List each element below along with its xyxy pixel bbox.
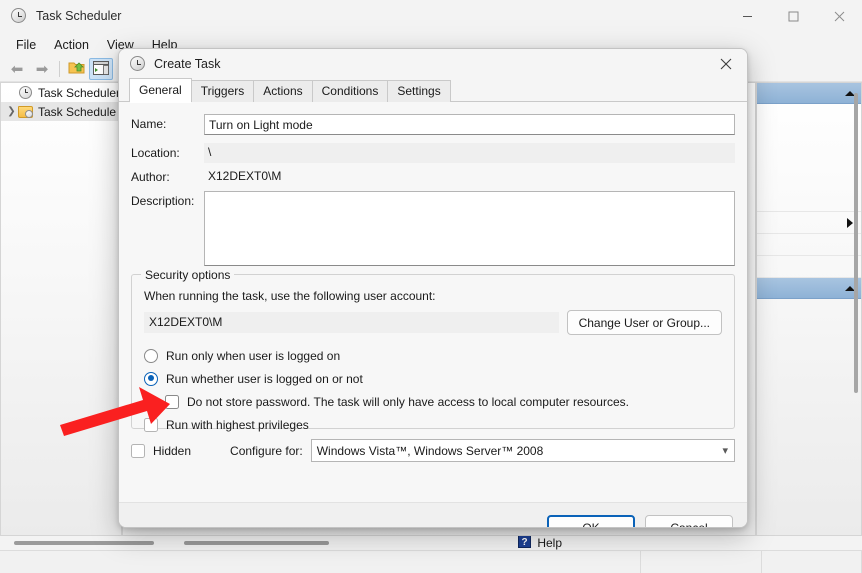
center-hscrollbar-thumb[interactable] [184, 541, 329, 545]
run-whether-logged-on-row[interactable]: Run whether user is logged on or not [144, 367, 722, 390]
run-only-when-logged-on-row[interactable]: Run only when user is logged on [144, 344, 722, 367]
tree-item-label: Task Scheduler (L [38, 85, 121, 100]
configure-for-label: Configure for: [230, 443, 303, 458]
description-textarea[interactable] [204, 191, 735, 266]
tab-settings[interactable]: Settings [387, 80, 451, 102]
show-hide-action-pane-button[interactable] [89, 58, 113, 80]
user-account-value: X12DEXT0\M [144, 312, 559, 333]
run-whether-logged-on-label: Run whether user is logged on or not [166, 371, 363, 386]
console-tree-pane: Task Scheduler (L ❯ Task Schedule [0, 82, 122, 536]
minimize-icon[interactable] [724, 0, 770, 32]
actions-subpane-header[interactable] [757, 278, 861, 299]
svg-text:?: ? [522, 537, 528, 548]
left-arrow-icon: ⬅ [10, 60, 24, 78]
change-user-or-group-button[interactable]: Change User or Group... [566, 310, 722, 335]
close-icon[interactable] [816, 0, 862, 32]
dialog-titlebar: Create Task [119, 49, 747, 79]
maximize-icon[interactable] [770, 0, 816, 32]
tree-item-label: Task Schedule [38, 104, 117, 119]
author-value: X12DEXT0\M [208, 169, 282, 183]
ok-button[interactable]: OK [547, 514, 635, 527]
tree-item-task-scheduler-local[interactable]: Task Scheduler (L [1, 83, 121, 102]
chevron-right-icon[interactable]: ❯ [5, 106, 18, 117]
run-whether-logged-on-radio[interactable] [144, 371, 158, 386]
author-label: Author: [131, 170, 170, 184]
menu-file[interactable]: File [7, 35, 45, 55]
run-only-when-logged-on-radio[interactable] [144, 348, 158, 363]
chevron-down-icon: ▾ [722, 445, 728, 457]
name-field-row: Name: [131, 114, 735, 135]
location-field-row: Location: \ [131, 143, 735, 163]
action-item[interactable] [757, 190, 861, 212]
action-item[interactable] [757, 234, 861, 256]
run-only-when-logged-on-label: Run only when user is logged on [166, 348, 341, 363]
configure-for-value: Windows Vista™, Windows Server™ 2008 [316, 443, 544, 458]
create-task-dialog: Create Task General Triggers Actions Con… [118, 48, 748, 528]
clock-icon [11, 8, 27, 24]
action-item[interactable] [757, 256, 861, 278]
actions-spacer [757, 104, 861, 190]
main-titlebar: Task Scheduler [0, 0, 862, 32]
name-label: Name: [131, 117, 167, 131]
dialog-title: Create Task [154, 57, 221, 71]
run-with-highest-privileges-label: Run with highest privileges [166, 417, 309, 432]
back-button[interactable]: ⬅ [5, 58, 29, 80]
do-not-store-password-row[interactable]: Do not store password. The task will onl… [144, 390, 722, 413]
actions-pane [756, 82, 862, 536]
author-field-row: Author: X12DEXT0\M [131, 167, 735, 187]
location-label: Location: [131, 146, 180, 160]
location-value: \ [204, 143, 735, 163]
right-arrow-icon: ➡ [35, 60, 49, 78]
tab-triggers[interactable]: Triggers [190, 80, 255, 102]
security-options-caption: When running the task, use the following… [144, 289, 436, 303]
tree-item-task-scheduler-library[interactable]: ❯ Task Schedule [1, 102, 121, 121]
dialog-footer: OK Cancel [119, 502, 747, 527]
dialog-tabstrip: General Triggers Actions Conditions Sett… [119, 78, 747, 103]
menu-action[interactable]: Action [45, 35, 98, 55]
cancel-button[interactable]: Cancel [645, 514, 733, 527]
statusbar-cell-main [0, 551, 641, 573]
toolbar-separator-1 [59, 61, 60, 77]
action-pane-icon [93, 60, 109, 78]
run-with-highest-privileges-checkbox[interactable] [144, 417, 158, 432]
actions-list [757, 104, 861, 278]
window-controls [724, 0, 862, 32]
do-not-store-password-label: Do not store password. The task will onl… [187, 394, 629, 409]
statusbar-cell-secondary [641, 551, 762, 573]
forward-button[interactable]: ➡ [30, 58, 54, 80]
tab-conditions[interactable]: Conditions [311, 80, 389, 102]
statusbar [0, 550, 862, 573]
help-icon: ? [518, 535, 532, 551]
name-input[interactable] [204, 114, 735, 135]
close-icon[interactable] [705, 49, 747, 79]
show-hide-console-tree-button[interactable] [64, 58, 88, 80]
security-options-group: Security options When running the task, … [131, 268, 735, 432]
do-not-store-password-checkbox[interactable] [165, 394, 179, 409]
clock-icon [130, 56, 146, 72]
hidden-checkbox[interactable] [131, 443, 145, 458]
statusbar-cell-tertiary [762, 551, 862, 573]
help-label[interactable]: Help [537, 536, 562, 550]
dialog-body-general: Name: Location: \ Author: X12DEXT0\M Des… [119, 102, 747, 502]
folder-clock-icon [18, 104, 34, 120]
tab-actions[interactable]: Actions [253, 80, 313, 102]
description-field-row: Description: [131, 191, 735, 266]
tree-hscrollbar-thumb[interactable] [14, 541, 154, 545]
run-with-highest-privileges-row[interactable]: Run with highest privileges [144, 413, 722, 436]
actions-scrollbar[interactable] [852, 93, 860, 393]
action-item-submenu[interactable] [757, 212, 861, 234]
tab-general[interactable]: General [129, 78, 192, 103]
folder-up-icon [68, 60, 85, 78]
description-label: Description: [131, 194, 195, 208]
actions-pane-header[interactable] [757, 83, 861, 104]
clock-icon [18, 85, 34, 101]
scrollbar-thumb[interactable] [854, 93, 858, 393]
configure-for-select[interactable]: Windows Vista™, Windows Server™ 2008 ▾ [310, 439, 735, 462]
window-title: Task Scheduler [36, 9, 122, 23]
dialog-bottom-row: Hidden Configure for: Windows Vista™, Wi… [131, 439, 735, 462]
horizontal-scroll-strip: ? Help [0, 535, 862, 551]
security-options-title: Security options [141, 268, 235, 282]
account-row: X12DEXT0\M Change User or Group... [144, 310, 722, 335]
hidden-label: Hidden [153, 443, 192, 458]
